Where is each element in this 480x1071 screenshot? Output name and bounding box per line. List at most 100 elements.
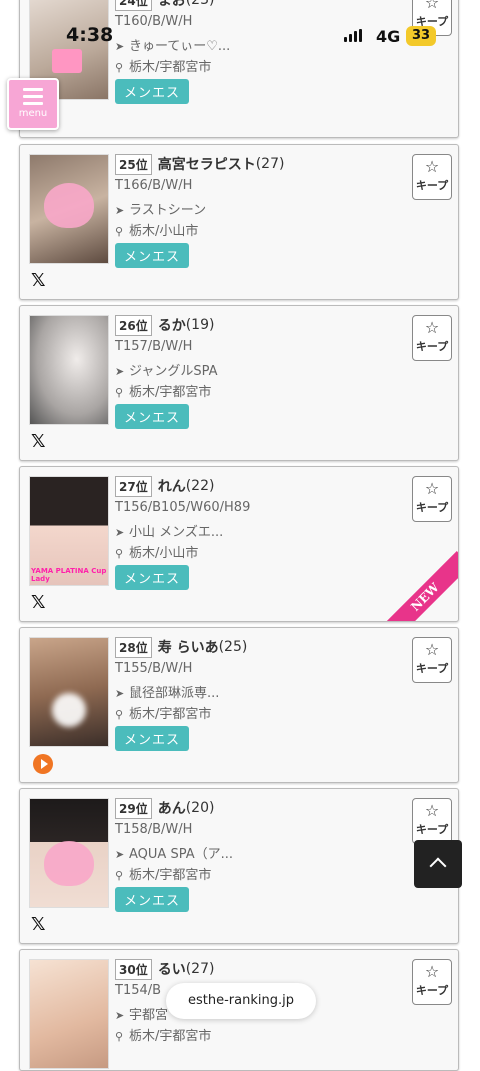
therapist-age: (23) <box>185 0 215 8</box>
face-blur <box>52 693 86 727</box>
shop-name[interactable]: ジャングルSPA <box>129 364 218 379</box>
area-name: 栃木/宇都宮市 <box>129 385 212 400</box>
therapist-name[interactable]: るい <box>158 959 186 979</box>
area-name: 栃木/宇都宮市 <box>129 707 212 722</box>
therapist-photo[interactable]: YAMA PLATINA Cup Lady <box>29 476 109 586</box>
area-name: 栃木/小山市 <box>129 546 199 561</box>
card-info: 27位 れん (22) T156/B105/W60/H89 ➤ 小山 メンズエ... … <box>115 475 405 590</box>
therapist-age: (25) <box>218 639 248 655</box>
location-pin-icon: ⚲ <box>115 1030 124 1043</box>
therapist-name[interactable]: あん <box>158 798 186 818</box>
rank-badge: 25位 <box>115 153 152 175</box>
card-info: 29位 あん (20) T158/B/W/H ➤ AQUA SPA（ア... ⚲ 栃木/… <box>115 797 405 912</box>
shop-name[interactable]: 鼠径部琳派専... <box>129 686 219 701</box>
x-social-icon[interactable]: 𝕏 <box>31 270 46 291</box>
shop-arrow-icon: ➤ <box>115 365 125 378</box>
menu-button[interactable]: menu <box>7 78 59 130</box>
category-tag[interactable]: メンエス <box>115 726 190 751</box>
therapist-stats: T156/B105/W60/H89 <box>115 500 251 515</box>
battery-icon: 33 <box>406 26 436 46</box>
shop-arrow-icon: ➤ <box>115 526 125 539</box>
therapist-photo[interactable] <box>29 959 109 1069</box>
therapist-name[interactable]: まお <box>158 0 186 10</box>
keep-label: キープ <box>415 662 449 675</box>
shop-name[interactable]: AQUA SPA（ア... <box>129 847 233 862</box>
area-name: 栃木/小山市 <box>129 224 199 239</box>
ranking-card[interactable]: 24位 まお (23) T160/B/W/H ➤ きゅーてぃー♡... ⚲ 栃木/宇都宮… <box>19 0 459 138</box>
rank-badge: 29位 <box>115 797 152 819</box>
ranking-card[interactable]: YAMA PLATINA Cup Lady 27位 れん (22) T156/B10… <box>19 466 459 622</box>
keep-button[interactable]: ☆ キープ <box>412 315 452 361</box>
keep-label: キープ <box>415 823 449 836</box>
therapist-age: (22) <box>185 478 215 494</box>
keep-label: キープ <box>415 179 449 192</box>
x-social-icon[interactable]: 𝕏 <box>31 914 46 935</box>
card-info: 28位寿 らいあ (25) T155/B/W/H ➤ 鼠径部琳派専... ⚲ 栃木/宇… <box>115 636 405 751</box>
ranking-card[interactable]: 25位 高宮セラピスト (27) T166/B/W/H ➤ ラストシーン ⚲ 栃木/小山… <box>19 144 459 300</box>
therapist-photo[interactable] <box>29 315 109 425</box>
x-social-icon[interactable]: 𝕏 <box>31 592 46 613</box>
shop-arrow-icon: ➤ <box>115 848 125 861</box>
scroll-to-top-button[interactable] <box>414 840 462 888</box>
ranking-card[interactable]: 29位 あん (20) T158/B/W/H ➤ AQUA SPA（ア... ⚲ 栃木/… <box>19 788 459 944</box>
category-tag[interactable]: メンエス <box>115 565 190 590</box>
status-time: 4:38 <box>66 24 114 46</box>
therapist-stats: T158/B/W/H <box>115 822 193 837</box>
shop-arrow-icon: ➤ <box>115 1009 125 1022</box>
video-play-icon[interactable] <box>33 754 53 774</box>
network-type: 4G <box>376 27 401 46</box>
therapist-photo[interactable] <box>29 798 109 908</box>
menu-label: menu <box>18 108 48 119</box>
shop-name[interactable]: ラストシーン <box>129 203 206 218</box>
category-tag[interactable]: メンエス <box>115 243 190 268</box>
keep-button[interactable]: ☆ キープ <box>412 798 452 844</box>
therapist-name[interactable]: 高宮セラピスト <box>158 154 256 174</box>
therapist-age: (20) <box>185 800 215 816</box>
category-tag[interactable]: メンエス <box>115 404 190 429</box>
rank-badge: 30位 <box>115 958 152 980</box>
x-social-icon[interactable]: 𝕏 <box>31 431 46 452</box>
keep-label: キープ <box>415 984 449 997</box>
therapist-name[interactable]: るか <box>158 315 186 335</box>
ranking-card[interactable]: 28位寿 らいあ (25) T155/B/W/H ➤ 鼠径部琳派専... ⚲ 栃木/宇… <box>19 627 459 783</box>
location-pin-icon: ⚲ <box>115 708 124 721</box>
ranking-card[interactable]: 26位 るか (19) T157/B/W/H ➤ ジャングルSPA ⚲ 栃木/宇都宮市 … <box>19 305 459 461</box>
star-icon: ☆ <box>424 0 440 12</box>
card-info: 25位 高宮セラピスト (27) T166/B/W/H ➤ ラストシーン ⚲ 栃木/小山… <box>115 153 405 268</box>
therapist-name[interactable]: 寿 らいあ <box>158 637 219 657</box>
therapist-stats: T155/B/W/H <box>115 661 193 676</box>
category-tag[interactable]: メンエス <box>115 79 190 104</box>
shop-arrow-icon: ➤ <box>115 40 125 53</box>
therapist-age: (27) <box>185 961 215 977</box>
shop-name[interactable]: 宇都宮 <box>129 1008 168 1023</box>
star-icon: ☆ <box>424 479 440 498</box>
star-icon: ☆ <box>424 962 440 981</box>
rank-badge: 27位 <box>115 475 152 497</box>
shop-name[interactable]: きゅーてぃー♡... <box>129 39 230 54</box>
face-mask-sticker <box>52 49 82 73</box>
rank-badge: 24位 <box>115 0 152 11</box>
shop-name[interactable]: 小山 メンズエ... <box>129 525 223 540</box>
keep-button[interactable]: ☆ キープ <box>412 154 452 200</box>
therapist-stats: T166/B/W/H <box>115 178 193 193</box>
therapist-photo[interactable] <box>29 637 109 747</box>
rank-badge: 28位 <box>115 636 152 658</box>
location-pin-icon: ⚲ <box>115 386 124 399</box>
url-bar[interactable]: esthe-ranking.jp <box>166 983 316 1019</box>
area-name: 栃木/宇都宮市 <box>129 1029 212 1044</box>
star-icon: ☆ <box>424 157 440 176</box>
keep-button[interactable]: ☆ キープ <box>412 476 452 522</box>
heart-sticker <box>44 183 94 228</box>
therapist-age: (27) <box>255 156 285 172</box>
category-tag[interactable]: メンエス <box>115 887 190 912</box>
cellular-signal-icon <box>344 29 362 42</box>
area-name: 栃木/宇都宮市 <box>129 60 212 75</box>
star-icon: ☆ <box>424 318 440 337</box>
card-info: 24位 まお (23) T160/B/W/H ➤ きゅーてぃー♡... ⚲ 栃木/宇都宮… <box>115 0 405 104</box>
therapist-name[interactable]: れん <box>158 476 186 496</box>
keep-button[interactable]: ☆ キープ <box>412 959 452 1005</box>
hamburger-icon <box>23 88 43 105</box>
location-pin-icon: ⚲ <box>115 61 124 74</box>
therapist-photo[interactable] <box>29 154 109 264</box>
keep-button[interactable]: ☆ キープ <box>412 637 452 683</box>
